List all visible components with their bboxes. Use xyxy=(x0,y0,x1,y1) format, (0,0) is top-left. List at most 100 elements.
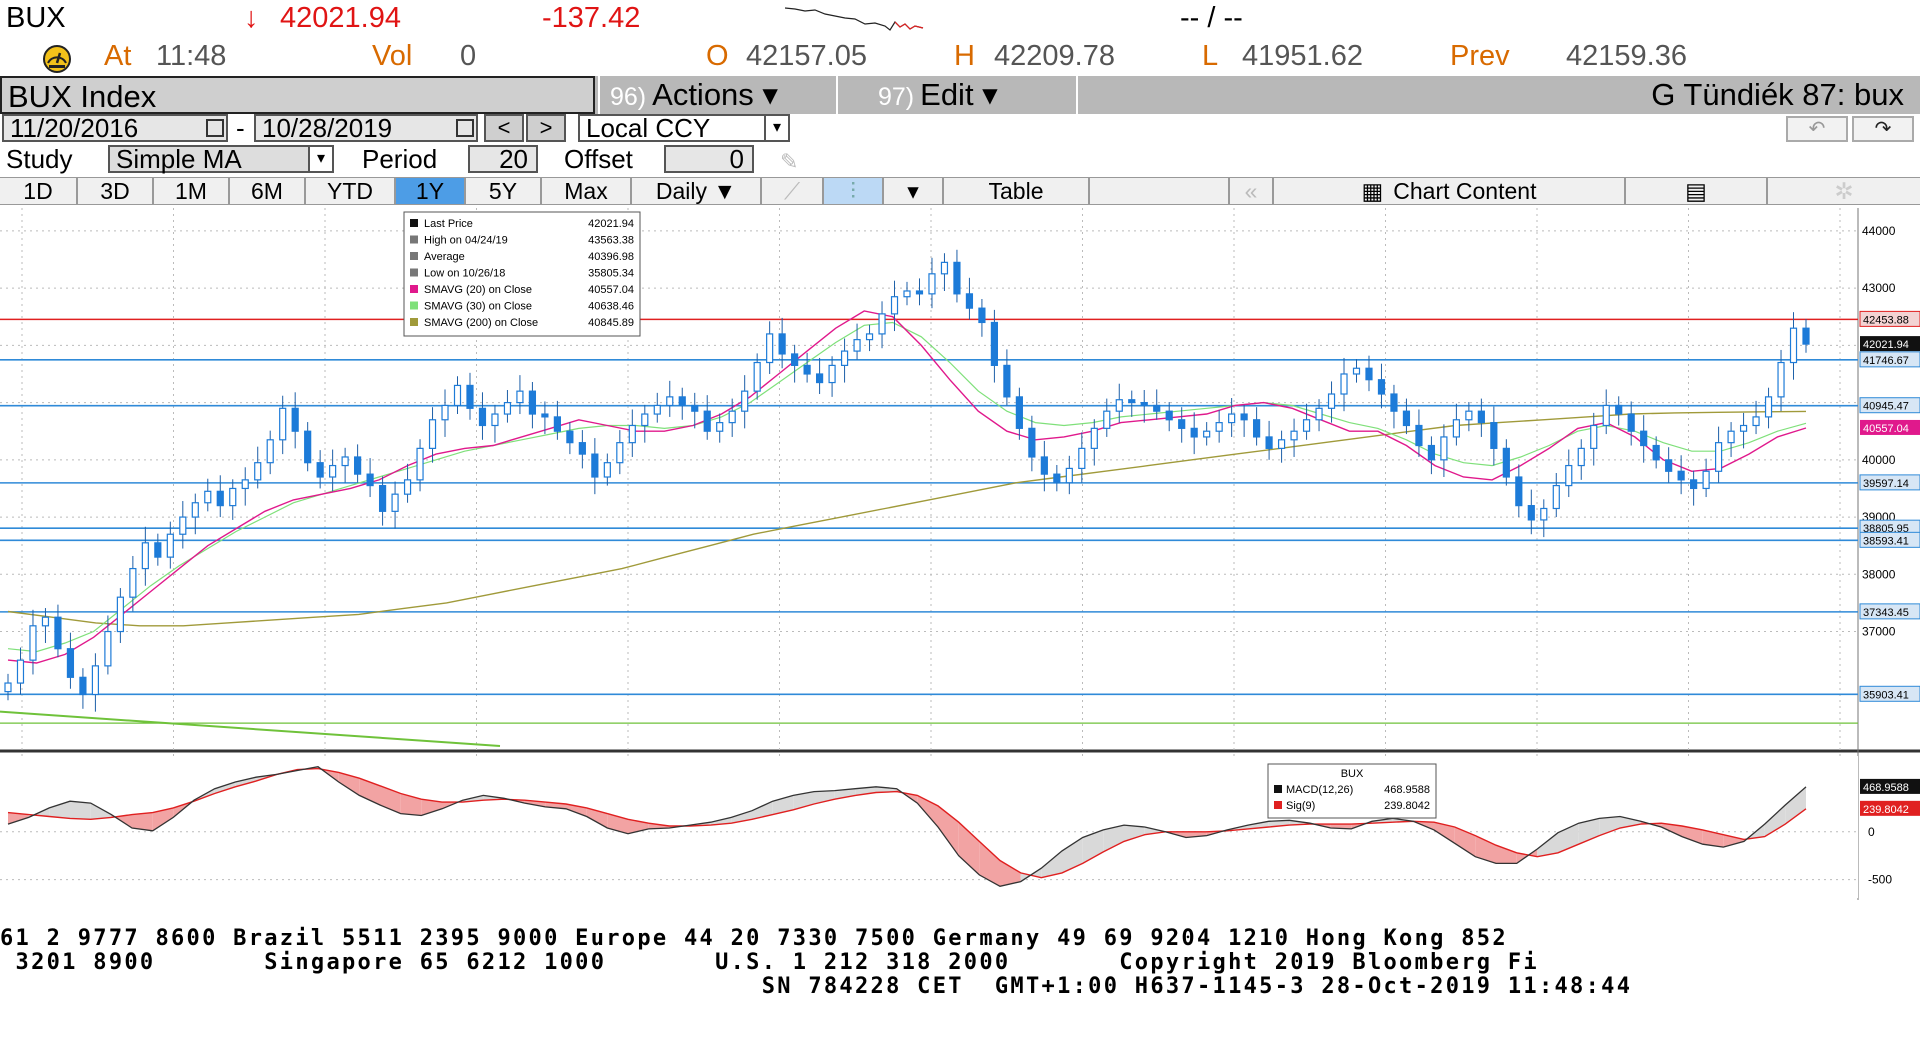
level-tag-5: 38593.41 xyxy=(1863,535,1909,547)
price-tick-6: 43000 xyxy=(1862,281,1896,295)
currency-select[interactable]: Local CCY ▾ xyxy=(578,114,790,142)
candle-body-55 xyxy=(691,404,699,412)
pencil-icon[interactable]: ✎ xyxy=(780,149,810,174)
candle-body-43 xyxy=(541,413,549,418)
edit-menu[interactable]: 97) Edit ▾ xyxy=(836,76,1076,114)
security-title[interactable]: BUX Index xyxy=(0,76,595,114)
tab-6m[interactable]: 6M xyxy=(230,178,306,204)
tab-1d[interactable]: 1D xyxy=(0,178,78,204)
candle-body-11 xyxy=(141,542,149,570)
ticker[interactable]: BUX xyxy=(6,2,66,35)
candle-body-128 xyxy=(1602,404,1610,427)
candle-body-47 xyxy=(591,453,599,478)
tab-1m[interactable]: 1M xyxy=(154,178,230,204)
frequency-select[interactable]: Daily ▼ xyxy=(632,178,762,204)
offset-input[interactable]: 0 xyxy=(664,145,754,173)
table-button[interactable]: Table xyxy=(944,178,1090,204)
candle-body-89 xyxy=(1115,399,1123,412)
redo-button[interactable]: ↷ xyxy=(1852,116,1914,142)
candle-body-32 xyxy=(403,479,412,495)
study-value: Simple MA xyxy=(116,144,242,174)
candle-body-37 xyxy=(466,384,474,409)
candle-body-71 xyxy=(890,296,899,315)
candle-body-119 xyxy=(1490,422,1498,449)
study-select[interactable]: Simple MA ▾ xyxy=(108,145,334,173)
candle-body-144 xyxy=(1802,327,1810,345)
legend-swatch-1 xyxy=(410,235,418,244)
prev-period-button[interactable]: < xyxy=(484,114,524,142)
study-label: Study xyxy=(6,144,73,174)
candle-body-41 xyxy=(516,390,524,404)
period-input[interactable]: 20 xyxy=(468,145,538,173)
candle-body-15 xyxy=(191,502,199,518)
start-date-field[interactable]: 11/20/2016 xyxy=(2,114,228,142)
speedometer-icon[interactable] xyxy=(40,43,74,73)
candle-body-49 xyxy=(616,442,624,464)
candle-body-96 xyxy=(1203,430,1211,438)
calendar-icon[interactable] xyxy=(206,119,224,137)
candle-body-10 xyxy=(129,567,137,598)
actions-menu[interactable]: 96) Actions ▾ xyxy=(598,76,836,114)
chart-type-dropdown[interactable]: ▾ xyxy=(884,178,944,204)
candle-body-143 xyxy=(1789,327,1798,364)
candle-body-60 xyxy=(753,361,761,392)
net-change: -137.42 xyxy=(542,2,641,34)
line-chart-icon[interactable]: ⟋ xyxy=(762,178,824,204)
chart-content-button[interactable]: ▦ Chart Content xyxy=(1274,178,1626,204)
candle-body-104 xyxy=(1302,419,1311,432)
low-label: L xyxy=(1202,40,1219,72)
edit-chart-icon[interactable]: ▤ xyxy=(1626,178,1768,204)
candle-body-26 xyxy=(329,464,337,478)
candle-body-100 xyxy=(1253,419,1261,438)
candle-body-142 xyxy=(1777,361,1785,398)
candle-body-133 xyxy=(1665,459,1673,472)
candle-body-74 xyxy=(928,273,936,295)
macd-tick-1: -500 xyxy=(1868,873,1892,887)
candle-body-48 xyxy=(603,462,611,478)
offset-label: Offset xyxy=(564,144,633,174)
candle-body-67 xyxy=(840,350,849,366)
undo-button[interactable]: ↶ xyxy=(1786,116,1848,142)
candle-body-98 xyxy=(1228,413,1236,424)
candle-body-5 xyxy=(66,648,75,678)
candle-chart-icon[interactable]: ⫶ xyxy=(824,178,884,204)
tab-1y[interactable]: 1Y xyxy=(396,178,466,204)
collapse-icon[interactable]: « xyxy=(1230,178,1274,204)
candle-body-117 xyxy=(1465,410,1473,421)
candle-body-54 xyxy=(678,396,686,407)
candle-body-61 xyxy=(766,333,774,364)
candle-body-56 xyxy=(703,410,711,432)
tab-ytd[interactable]: YTD xyxy=(306,178,396,204)
candle-body-44 xyxy=(553,416,561,432)
tab-max[interactable]: Max xyxy=(542,178,632,204)
candle-body-20 xyxy=(254,462,262,481)
prev-label: Prev xyxy=(1450,40,1510,72)
candle-body-139 xyxy=(1739,424,1748,432)
candle-body-39 xyxy=(491,413,499,427)
macd-tick-0: 0 xyxy=(1868,825,1875,839)
settings-gear-icon[interactable]: ✲ xyxy=(1768,178,1920,204)
candle-body-102 xyxy=(1277,439,1286,449)
last-price: 42021.94 xyxy=(280,2,401,34)
tab-5y[interactable]: 5Y xyxy=(466,178,542,204)
candle-body-8 xyxy=(104,630,112,667)
macd-legend[interactable]: BUX MACD(12,26) 468.9588 Sig(9) 239.8042 xyxy=(1267,763,1437,819)
macd-legend-label-1: Sig(9) xyxy=(1286,800,1315,812)
candle-body-28 xyxy=(354,456,362,475)
price-legend[interactable]: Last Price 42021.94 High on 04/24/19 43563.… xyxy=(403,211,641,337)
macd-legend-swatch-1 xyxy=(1274,801,1282,809)
edit-menu-number: 97) xyxy=(878,83,915,111)
calendar-icon[interactable] xyxy=(456,119,474,137)
candle-body-112 xyxy=(1402,410,1411,427)
candle-body-90 xyxy=(1128,399,1136,404)
edit-menu-label: Edit ▾ xyxy=(920,77,998,112)
candle-body-69 xyxy=(865,333,874,341)
end-date-field[interactable]: 10/28/2019 xyxy=(254,114,478,142)
chart-canvas[interactable]: 3700038000390004000041000420004300044000… xyxy=(0,208,1920,900)
user-label: G Tündiék 87: bux xyxy=(1651,77,1904,112)
footer-contacts-1: 61 2 9777 8600 Brazil 5511 2395 9000 Eur… xyxy=(0,926,1508,951)
next-period-button[interactable]: > xyxy=(526,114,566,142)
legend-value-3: 35805.34 xyxy=(588,268,634,280)
candle-body-118 xyxy=(1477,410,1485,424)
tab-3d[interactable]: 3D xyxy=(78,178,154,204)
